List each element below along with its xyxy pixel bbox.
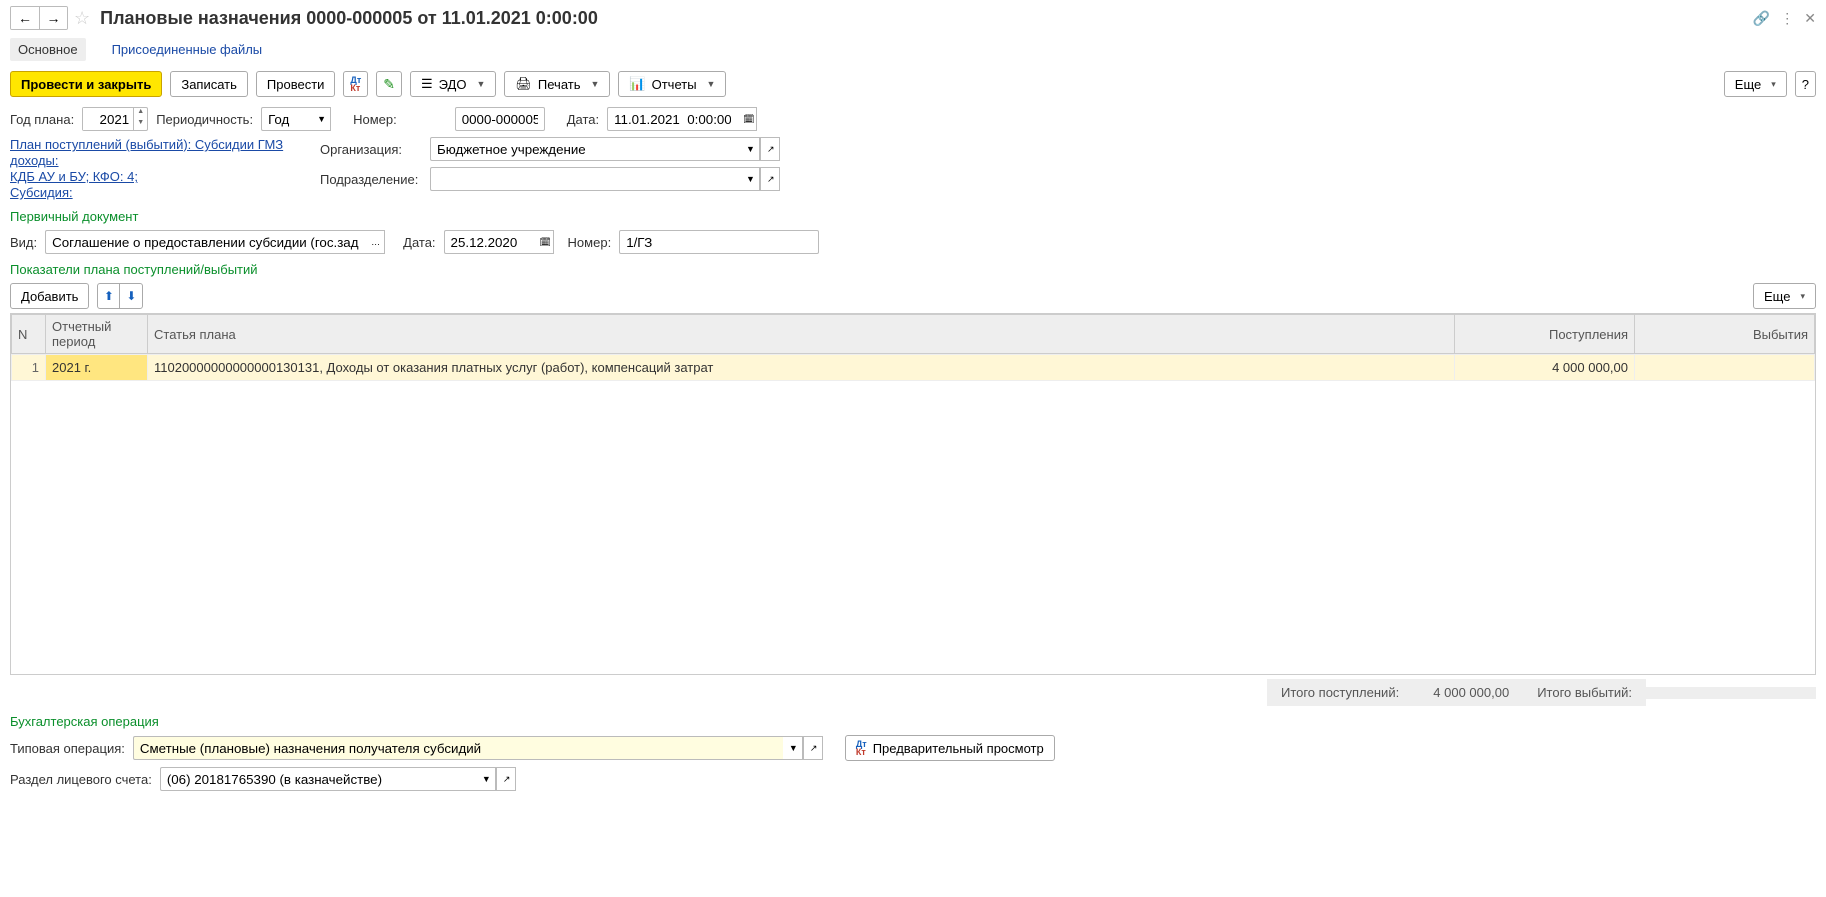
chevron-down-icon[interactable]: ▼ [476, 767, 496, 791]
dept-label: Подразделение: [320, 172, 430, 187]
kind-label: Вид: [10, 235, 37, 250]
kebab-menu-icon[interactable]: ⋮ [1780, 10, 1794, 27]
number-input[interactable] [455, 107, 545, 131]
reports-button[interactable]: 📊 Отчеты▼ [618, 71, 726, 97]
dtkt-icon: ДтКт [856, 740, 867, 756]
help-button[interactable]: ? [1795, 71, 1816, 97]
cell-n: 1 [12, 355, 46, 381]
acct-title: Бухгалтерская операция [10, 714, 1816, 729]
chevron-down-icon[interactable]: ▼ [311, 107, 331, 131]
total-in-label: Итого поступлений: [1267, 679, 1413, 706]
pencil-icon: ✎ [383, 76, 395, 93]
post-and-close-button[interactable]: Провести и закрыть [10, 71, 162, 97]
date-input[interactable]: 🗓 [607, 107, 757, 131]
primary-doc-title: Первичный документ [10, 209, 1816, 224]
report-icon: 📊 [629, 76, 645, 92]
date-label: Дата: [567, 112, 599, 127]
tab-main[interactable]: Основное [10, 38, 86, 61]
spin-down-icon[interactable]: ▼ [134, 119, 147, 130]
nav-back-forward: ← → [10, 6, 68, 30]
edit-icon-button[interactable]: ✎ [376, 71, 402, 97]
preview-button[interactable]: ДтКт Предварительный просмотр [845, 735, 1055, 761]
primary-num-input[interactable] [619, 230, 819, 254]
move-up-icon[interactable]: ⬆ [98, 284, 120, 308]
link-icon[interactable]: 🔗 [1753, 10, 1770, 27]
col-in[interactable]: Поступления [1455, 315, 1635, 354]
plan-year-input[interactable]: ▲▼ [82, 107, 148, 131]
op-label: Типовая операция: [10, 741, 125, 756]
org-label: Организация: [320, 142, 430, 157]
primary-date-input[interactable]: 🗓 [444, 230, 554, 254]
sect-label: Раздел лицевого счета: [10, 772, 152, 787]
open-icon[interactable]: ↗ [803, 736, 823, 760]
move-down-icon[interactable]: ⬇ [120, 284, 142, 308]
table-title: Показатели плана поступлений/выбытий [10, 262, 1816, 277]
col-period[interactable]: Отчетный период [46, 315, 148, 354]
table-more-button[interactable]: Еще▾ [1753, 283, 1816, 309]
write-button[interactable]: Записать [170, 71, 248, 97]
ellipsis-icon[interactable]: … [365, 230, 385, 254]
op-select[interactable]: ▼ ↗ [133, 736, 823, 760]
post-button[interactable]: Провести [256, 71, 336, 97]
add-row-button[interactable]: Добавить [10, 283, 89, 309]
cell-in[interactable]: 4 000 000,00 [1455, 355, 1635, 381]
stack-icon: ☰ [421, 76, 433, 92]
periodicity-label: Периодичность: [156, 112, 253, 127]
plan-year-label: Год плана: [10, 112, 74, 127]
open-icon[interactable]: ↗ [760, 167, 780, 191]
cell-item[interactable]: 11020000000000000130131, Доходы от оказа… [148, 355, 1455, 381]
col-item[interactable]: Статья плана [148, 315, 1455, 354]
spin-up-icon[interactable]: ▲ [134, 108, 147, 119]
more-button[interactable]: Еще▾ [1724, 71, 1787, 97]
org-select[interactable]: ▼ ↗ [430, 137, 780, 161]
total-in-value: 4 000 000,00 [1413, 679, 1523, 706]
edo-button[interactable]: ☰ ЭДО▼ [410, 71, 496, 97]
printer-icon: 🖨 [515, 76, 532, 92]
page-title: Плановые назначения 0000-000005 от 11.01… [100, 8, 598, 29]
tab-files[interactable]: Присоединенные файлы [104, 38, 271, 61]
nav-back-button[interactable]: ← [11, 7, 39, 29]
dept-select[interactable]: ▼ ↗ [430, 167, 780, 191]
calendar-icon[interactable]: 🗓 [737, 107, 757, 131]
chevron-down-icon[interactable]: ▼ [740, 167, 760, 191]
chevron-down-icon[interactable]: ▼ [740, 137, 760, 161]
open-icon[interactable]: ↗ [760, 137, 780, 161]
open-icon[interactable]: ↗ [496, 767, 516, 791]
dtkt-button[interactable]: ДтКт [343, 71, 368, 97]
total-out-label: Итого выбытий: [1523, 679, 1646, 706]
print-button[interactable]: 🖨 Печать▼ [504, 71, 610, 97]
kind-select[interactable]: … [45, 230, 385, 254]
col-out[interactable]: Выбытия [1635, 315, 1815, 354]
nav-forward-button[interactable]: → [39, 7, 67, 29]
total-out-value [1646, 687, 1816, 699]
col-n[interactable]: N [12, 315, 46, 354]
plan-link[interactable]: План поступлений (выбытий): Субсидии ГМЗ… [10, 137, 290, 201]
favorite-star-icon[interactable]: ☆ [74, 8, 90, 29]
close-icon[interactable]: ✕ [1804, 10, 1816, 27]
sect-select[interactable]: ▼ ↗ [160, 767, 516, 791]
table-row[interactable]: 1 2021 г. 11020000000000000130131, Доход… [12, 355, 1815, 381]
primary-num-label: Номер: [568, 235, 612, 250]
periodicity-select[interactable]: ▼ [261, 107, 331, 131]
cell-period[interactable]: 2021 г. [46, 355, 148, 381]
cell-out[interactable] [1635, 355, 1815, 381]
calendar-icon[interactable]: 🗓 [534, 230, 554, 254]
plan-table[interactable]: N Отчетный период Статья плана Поступлен… [10, 313, 1816, 675]
chevron-down-icon[interactable]: ▼ [783, 736, 803, 760]
number-label: Номер: [353, 112, 397, 127]
primary-date-label: Дата: [403, 235, 435, 250]
